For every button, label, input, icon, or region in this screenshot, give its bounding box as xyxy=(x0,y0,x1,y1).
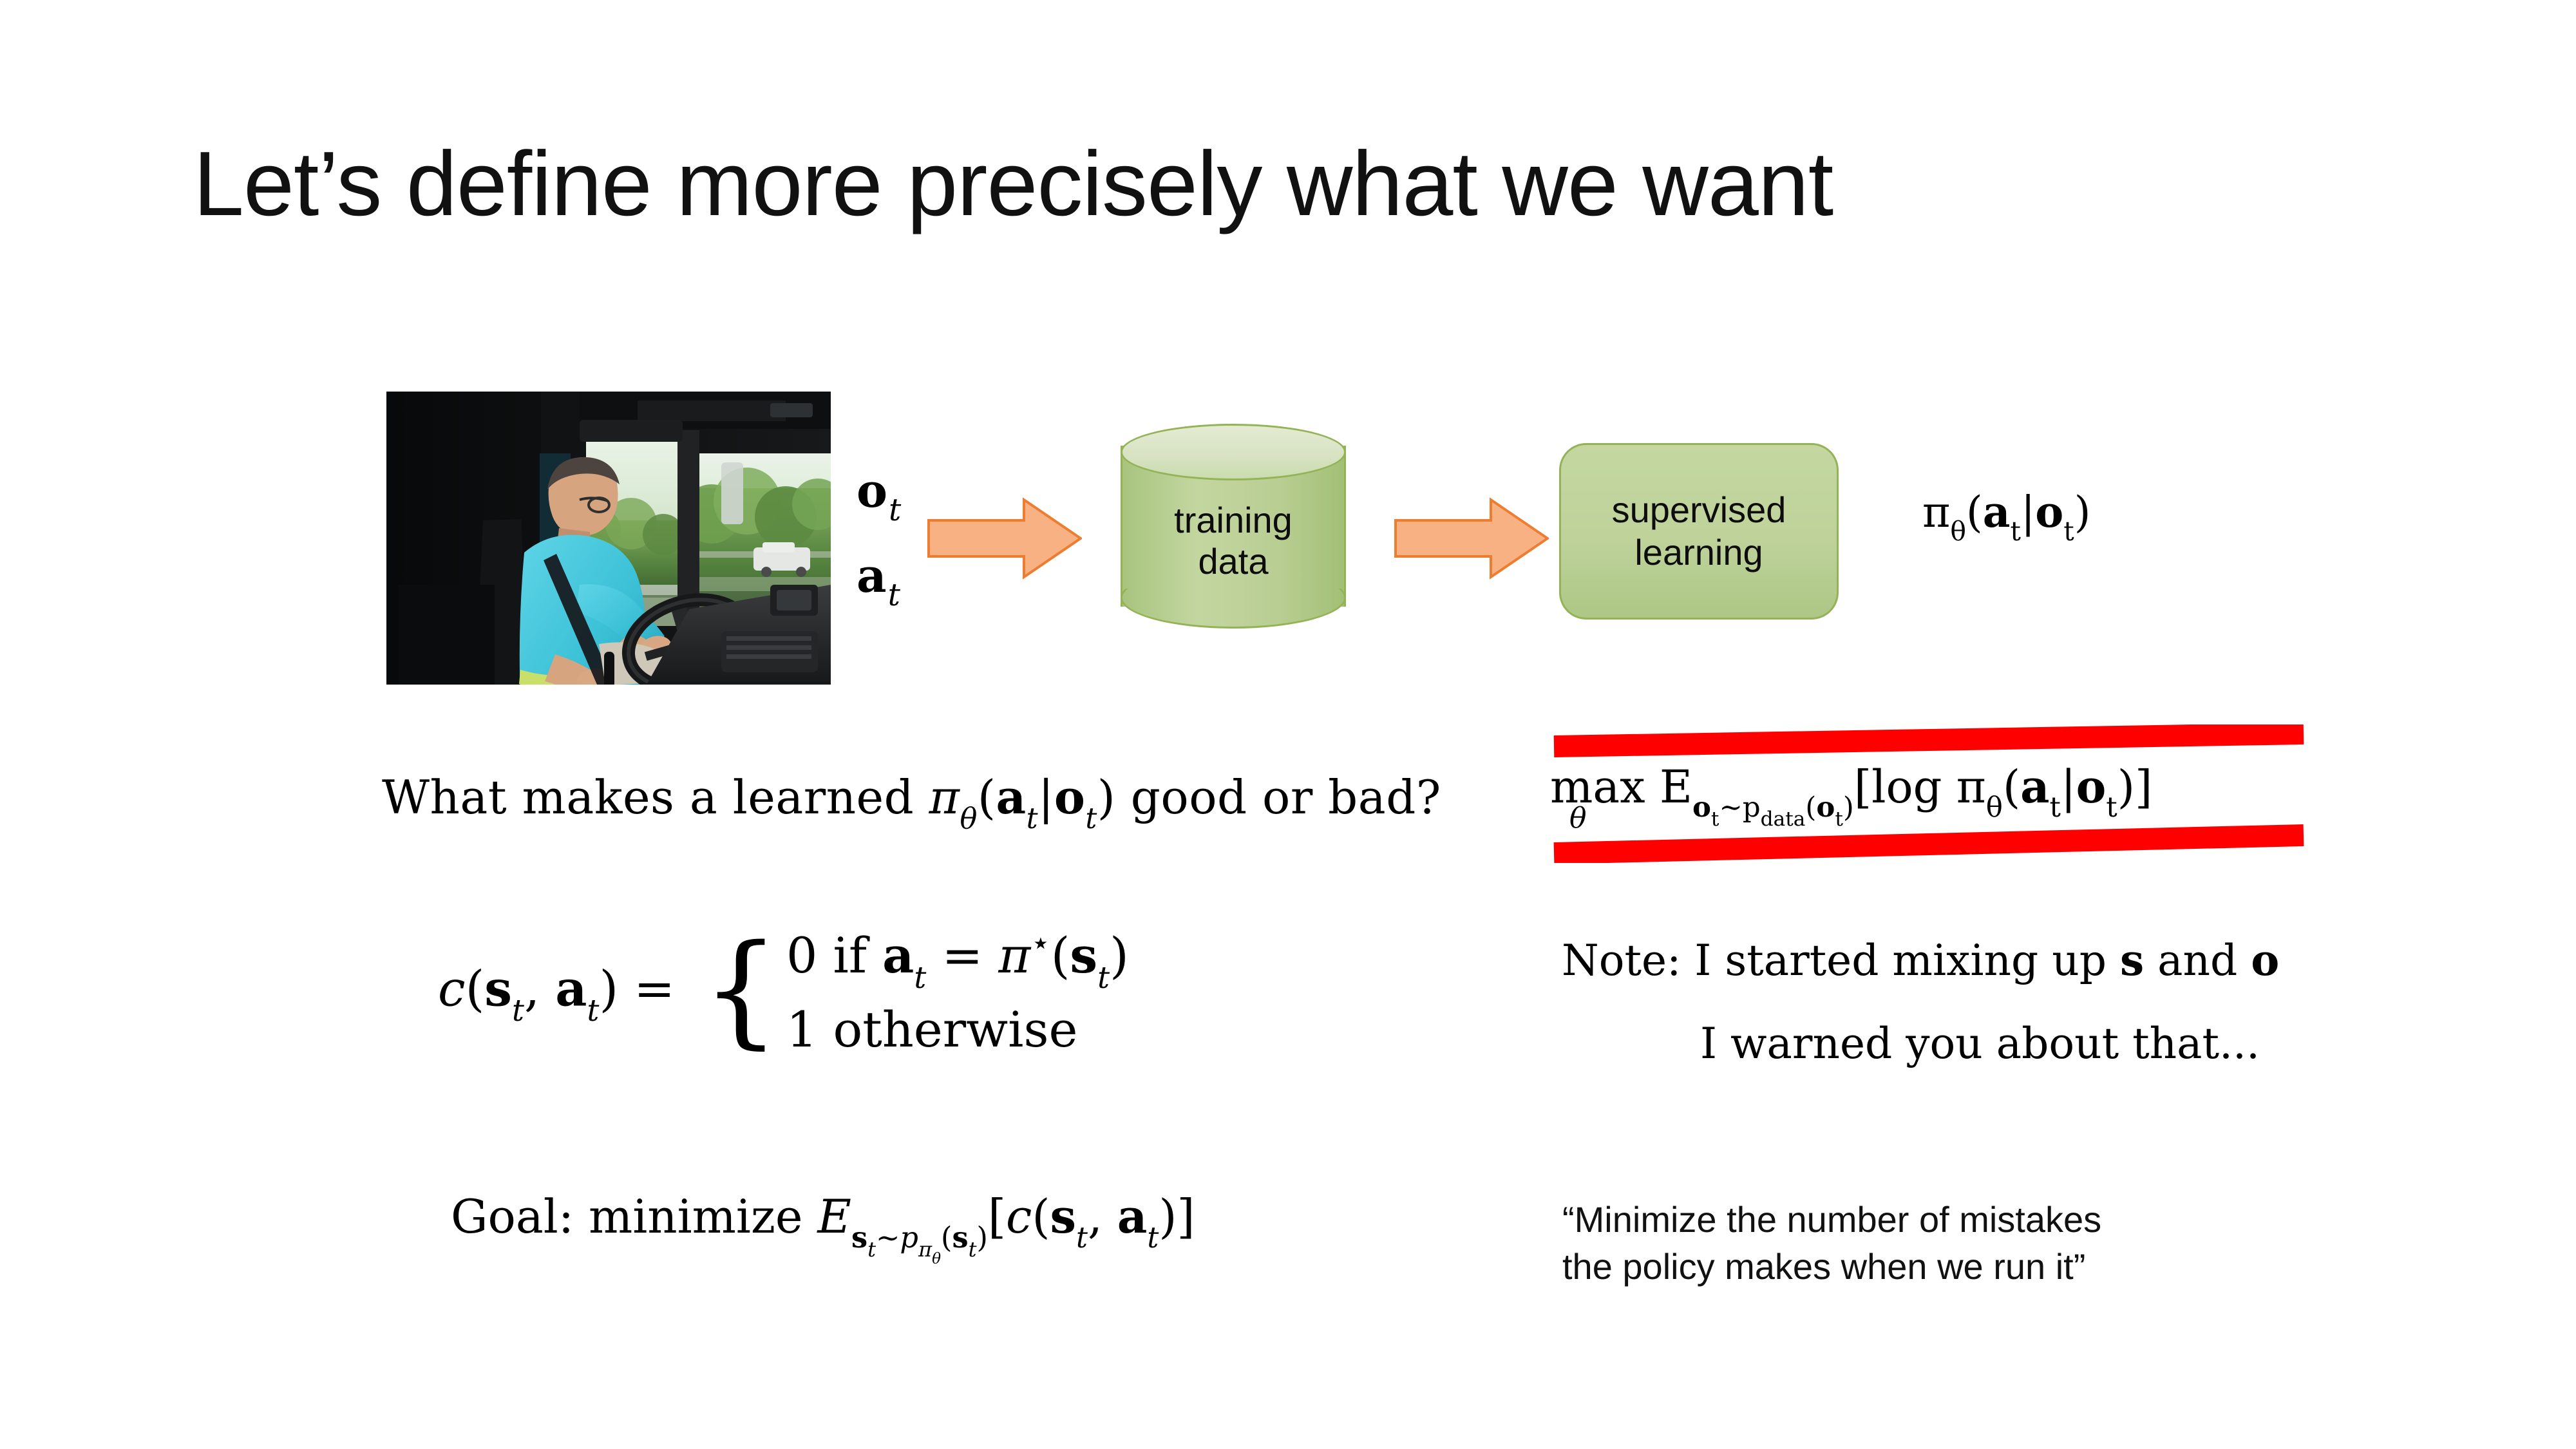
observation-symbol: o xyxy=(2251,935,2280,985)
quote-block: “Minimize the number of mistakes the pol… xyxy=(1562,1197,2335,1291)
action-symbol: a xyxy=(1982,487,2011,537)
supervised-learning-line-1: supervised xyxy=(1611,489,1786,530)
observation-symbol: o xyxy=(2035,487,2064,537)
goal-prefix: Goal: minimize xyxy=(451,1189,818,1244)
state-symbol: s xyxy=(2119,935,2145,985)
note-line-1: Note: I started mixing up s and o xyxy=(1562,939,2279,982)
question-good-or-bad: What makes a learned πθ(at|ot) good or b… xyxy=(382,770,1441,835)
action-subscript: t xyxy=(2010,515,2021,547)
theta-subscript: θ xyxy=(1950,515,1967,547)
expectation-symbol: E xyxy=(817,1189,851,1244)
cases-list: 0 if at = π⋆(st) 1 otherwise xyxy=(786,921,1129,1065)
supervised-learning-line-2: learning xyxy=(1634,532,1763,573)
cost-case-2: 1 otherwise xyxy=(786,1001,1078,1059)
left-curly-brace: { xyxy=(702,918,781,1061)
pi-symbol: π xyxy=(929,770,960,824)
cost-function-equation: c(st, at) = { 0 if at = π⋆(st) 1 otherwi… xyxy=(438,921,1129,1065)
red-strikeout-cross-icon xyxy=(1553,724,2304,863)
action-label: at xyxy=(857,548,900,614)
supervised-learning-box: supervised learning xyxy=(1559,443,1839,620)
cost-case-1: 0 if at = π⋆(st) xyxy=(786,923,1129,996)
training-data-label: training data xyxy=(1121,500,1346,583)
observation-subscript: t xyxy=(2063,515,2074,547)
note-prefix: Note: I started mixing up xyxy=(1562,936,2120,985)
conditional-bar: | xyxy=(2021,488,2036,537)
supervised-learning-label: supervised learning xyxy=(1612,489,1786,574)
orange-right-arrow-icon xyxy=(1394,497,1550,580)
quote-line-2: the policy makes when we run it” xyxy=(1562,1245,2086,1287)
goal-expectation-subscript: st∼pπθ(st) xyxy=(851,1220,988,1267)
theta-subscript: θ xyxy=(960,801,978,835)
training-data-line-1: training xyxy=(1174,500,1293,540)
paren-open: ( xyxy=(1966,488,1983,537)
truck-driver-cab-photo xyxy=(386,392,831,685)
question-prefix: What makes a learned xyxy=(382,770,929,824)
quote-line-1: “Minimize the number of mistakes xyxy=(1562,1199,2102,1240)
cylinder-top-ellipse xyxy=(1121,424,1346,480)
observation-label: ot xyxy=(857,463,902,529)
goal-equation: Goal: minimize Est∼pπθ(st)[c(st, at)] xyxy=(451,1189,1195,1267)
note-line-2: I warned you about that... xyxy=(1700,1019,2260,1068)
crossed-out-equation: max θ Eot∼pdata(ot)[log πθ(at|ot)] xyxy=(1549,724,2309,863)
pi-symbol: π xyxy=(1922,488,1951,537)
question-suffix: good or bad? xyxy=(1115,770,1441,824)
page-title: Let’s define more precisely what we want xyxy=(193,133,1833,235)
cases-brace-group: { 0 if at = π⋆(st) 1 otherwise xyxy=(690,921,1129,1065)
orange-right-arrow-icon xyxy=(927,497,1083,580)
paren-close: ) xyxy=(2074,488,2091,537)
training-data-cylinder: training data xyxy=(1121,424,1347,631)
note-mid: and xyxy=(2144,936,2251,985)
policy-notation: πθ(at|ot) xyxy=(1922,488,2091,544)
training-data-line-2: data xyxy=(1198,541,1269,582)
